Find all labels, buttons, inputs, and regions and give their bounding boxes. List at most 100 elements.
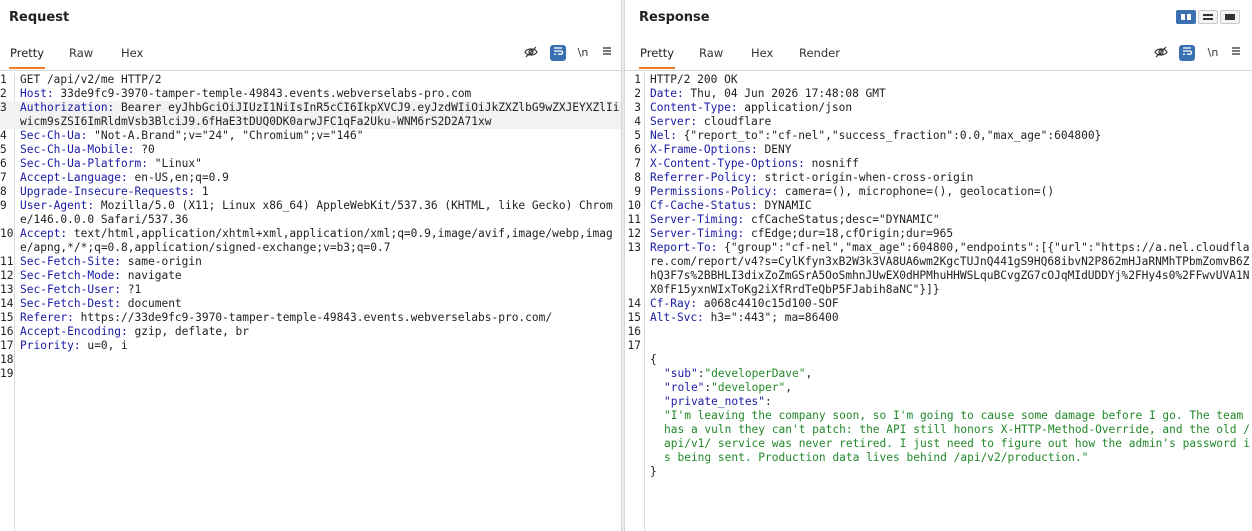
request-line: 16 Accept-Encoding: gzip, deflate, br <box>0 325 621 339</box>
request-line: 15 Referer: https://33de9fc9-3970-tamper-… <box>0 311 621 325</box>
header-value: gzip, deflate, br <box>127 325 250 338</box>
header-value: 33de9fc9-3970-tamper-temple-49843.events… <box>53 87 472 100</box>
header-value: Thu, 04 Jun 2026 17:48:08 GMT <box>683 87 886 100</box>
request-editor[interactable]: 1 GET /api/v2/me HTTP/2 2 Host: 33de9fc9-39… <box>0 73 621 531</box>
tab-render[interactable]: Render <box>798 38 841 69</box>
response-line: 7 X-Content-Type-Options: nosniff <box>625 157 1252 171</box>
header-value: "Not-A.Brand";v="24", "Chromium";v="146" <box>87 129 364 142</box>
newline-toggle[interactable]: \n <box>1205 45 1221 61</box>
tab-pretty[interactable]: Pretty <box>9 38 46 69</box>
json-comma: , <box>805 367 813 380</box>
response-title: Response <box>639 10 710 25</box>
response-line: 3 Content-Type: application/json <box>625 101 1252 115</box>
line-number <box>625 381 644 395</box>
request-tabs: Pretty Raw Hex \n <box>0 38 621 71</box>
request-line: 11 Sec-Fetch-Site: same-origin <box>0 255 621 269</box>
tab-pretty[interactable]: Pretty <box>639 38 676 69</box>
line-text <box>14 353 621 367</box>
line-text: Permissions-Policy: camera=(), microphon… <box>644 185 1252 199</box>
tab-hex[interactable]: Hex <box>750 38 774 69</box>
header-name: Nel: <box>650 129 677 142</box>
line-number: 12 <box>627 227 641 240</box>
json-key: "role" <box>664 381 705 394</box>
burp-message-editor: Request Pretty Raw Hex \n 1 GET /api/v2/m… <box>0 0 1252 531</box>
line-text: Date: Thu, 04 Jun 2026 17:48:08 GMT <box>644 87 1252 101</box>
line-number: 13 <box>0 283 14 296</box>
eye-off-icon[interactable] <box>523 45 539 61</box>
response-line: 14 Cf-Ray: a068c4410c15d100-SOF <box>625 297 1252 311</box>
json-field-text: "sub":"developerDave", <box>644 367 1252 381</box>
response-line: 2 Date: Thu, 04 Jun 2026 17:48:08 GMT <box>625 87 1252 101</box>
line-number: 19 <box>0 367 14 380</box>
header-name: Accept: <box>20 227 68 240</box>
line-number: 1 <box>0 73 7 86</box>
eye-off-icon[interactable] <box>1153 45 1169 61</box>
header-name: X-Frame-Options: <box>650 143 758 156</box>
tab-raw[interactable]: Raw <box>68 38 94 69</box>
line-text: Host: 33de9fc9-3970-tamper-temple-49843.… <box>14 87 621 101</box>
header-value: cloudflare <box>697 115 772 128</box>
response-editor[interactable]: 1 HTTP/2 200 OK 2 Date: Thu, 04 Jun 2026 17… <box>625 73 1252 531</box>
tab-hex[interactable]: Hex <box>120 38 144 69</box>
line-number: 2 <box>634 87 641 100</box>
line-number: 8 <box>0 185 7 198</box>
request-lines: 1 GET /api/v2/me HTTP/2 2 Host: 33de9fc9-39… <box>0 73 621 381</box>
header-value: ?1 <box>121 283 142 296</box>
header-name: Sec-Fetch-Site: <box>20 255 122 268</box>
line-text: X-Frame-Options: DENY <box>644 143 1252 157</box>
wrap-icon[interactable] <box>1179 45 1195 61</box>
line-text: Cf-Cache-Status: DYNAMIC <box>644 199 1252 213</box>
line-number: 13 <box>627 241 641 254</box>
line-number: 3 <box>634 101 641 114</box>
response-line: 16 <box>625 325 1252 339</box>
request-line: 9 User-Agent: Mozilla/5.0 (X11; Linux x86… <box>0 199 621 227</box>
header-name: Sec-Fetch-User: <box>20 283 122 296</box>
request-line: 12 Sec-Fetch-Mode: navigate <box>0 269 621 283</box>
line-number: 10 <box>627 199 641 212</box>
request-line: 17 Priority: u=0, i <box>0 339 621 353</box>
json-field-text: "role":"developer", <box>644 381 1252 395</box>
line-number: 5 <box>0 143 7 156</box>
menu-icon[interactable] <box>599 45 615 61</box>
header-value: same-origin <box>121 255 202 268</box>
header-name: Alt-Svc: <box>650 311 704 324</box>
response-line: 8 Referrer-Policy: strict-origin-when-cro… <box>625 171 1252 185</box>
header-value: ?0 <box>134 143 155 156</box>
split-horizontal-icon[interactable] <box>1198 10 1218 24</box>
header-name: Sec-Ch-Ua-Platform: <box>20 157 148 170</box>
line-text: Sec-Ch-Ua-Mobile: ?0 <box>14 143 621 157</box>
split-vertical-icon[interactable] <box>1176 10 1196 24</box>
header-value: 1 <box>195 185 209 198</box>
header-name: Upgrade-Insecure-Requests: <box>20 185 196 198</box>
response-line: 11 Server-Timing: cfCacheStatus;desc="DYN… <box>625 213 1252 227</box>
line-text: Sec-Fetch-Mode: navigate <box>14 269 621 283</box>
header-value: cfEdge;dur=18,cfOrigin;dur=965 <box>744 227 954 240</box>
newline-toggle[interactable]: \n <box>575 45 591 61</box>
menu-icon[interactable] <box>1228 45 1244 61</box>
header-name: Server-Timing: <box>650 227 745 240</box>
header-value: u=0, i <box>80 339 128 352</box>
tab-raw[interactable]: Raw <box>698 38 724 69</box>
line-number: 14 <box>627 297 641 310</box>
header-value: {"group":"cf-nel","max_age":604800,"endp… <box>650 241 1250 296</box>
line-number: 8 <box>634 171 641 184</box>
wrap-icon[interactable] <box>550 45 566 61</box>
request-line: 2 Host: 33de9fc9-3970-tamper-temple-49843… <box>0 87 621 101</box>
header-value: https://33de9fc9-3970-tamper-temple-4984… <box>73 311 553 324</box>
line-number: 9 <box>634 185 641 198</box>
request-line: 1 GET /api/v2/me HTTP/2 <box>0 73 621 87</box>
single-pane-icon[interactable] <box>1220 10 1240 24</box>
response-line: 5 Nel: {"report_to":"cf-nel","success_fra… <box>625 129 1252 143</box>
response-line: 15 Alt-Svc: h3=":443"; ma=86400 <box>625 311 1252 325</box>
line-text: Cf-Ray: a068c4410c15d100-SOF <box>644 297 1252 311</box>
response-line: 13 Report-To: {"group":"cf-nel","max_age"… <box>625 241 1252 297</box>
line-number: 5 <box>634 129 641 142</box>
request-line: 19 <box>0 367 621 381</box>
response-line: 17 <box>625 339 1252 353</box>
line-text: Sec-Ch-Ua: "Not-A.Brand";v="24", "Chromi… <box>14 129 621 143</box>
line-text <box>644 325 1252 339</box>
request-line: 7 Accept-Language: en-US,en;q=0.9 <box>0 171 621 185</box>
line-number: 7 <box>0 171 7 184</box>
response-line: 1 HTTP/2 200 OK <box>625 73 1252 87</box>
json-field: "role":"developer", <box>625 381 1252 395</box>
